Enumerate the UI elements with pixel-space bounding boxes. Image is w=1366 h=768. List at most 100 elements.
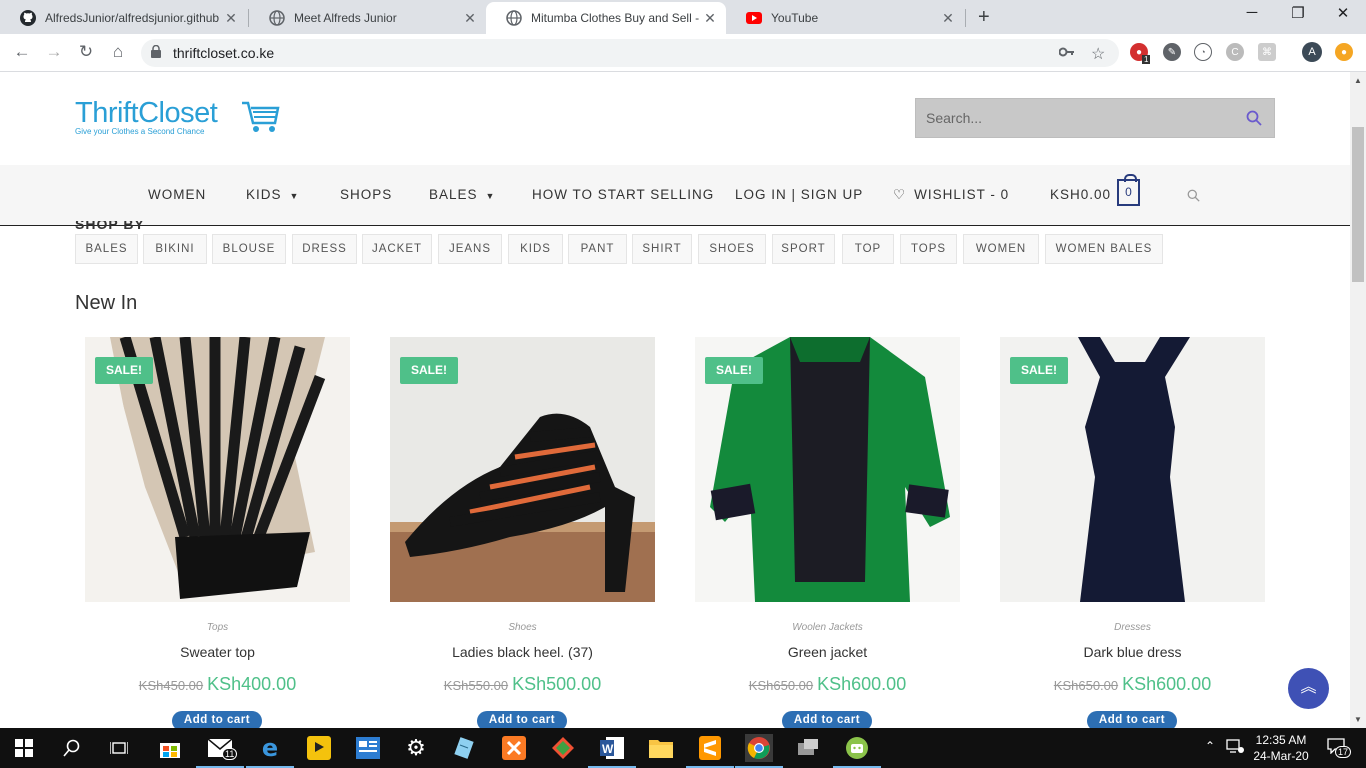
task-view-icon[interactable] xyxy=(105,734,133,762)
tag-shirt[interactable]: SHIRT xyxy=(632,234,692,264)
tag-tops[interactable]: TOPS xyxy=(900,234,957,264)
photos-app-icon[interactable] xyxy=(354,734,382,762)
sale-price: KSh600.00 xyxy=(1122,674,1212,694)
extension-tools-icon[interactable]: ✎ xyxy=(1163,43,1181,61)
forward-arrow-icon[interactable]: → xyxy=(42,42,66,62)
key-icon[interactable] xyxy=(1058,44,1075,61)
chrome-icon[interactable] xyxy=(735,734,783,768)
product-category[interactable]: Dresses xyxy=(1000,622,1265,633)
search-icon[interactable] xyxy=(58,734,86,762)
reload-icon[interactable]: ↻ xyxy=(74,42,98,62)
windows-start-icon[interactable] xyxy=(10,734,38,762)
bookmark-star-icon[interactable]: ☆ xyxy=(1091,44,1105,64)
tag-dress[interactable]: DRESS xyxy=(292,234,357,264)
tag-bales[interactable]: BALES xyxy=(75,234,138,264)
product-name[interactable]: Ladies black heel. (37) xyxy=(390,644,655,660)
nav-label: LOG IN | SIGN UP xyxy=(735,187,864,202)
tag-women[interactable]: WOMEN xyxy=(963,234,1039,264)
tag-jacket[interactable]: JACKET xyxy=(362,234,432,264)
tag-top[interactable]: TOP xyxy=(842,234,894,264)
add-to-cart-button[interactable]: Add to cart xyxy=(782,711,872,728)
tab-youtube[interactable]: YouTube ✕ xyxy=(726,2,964,34)
git-icon[interactable] xyxy=(549,734,577,762)
add-to-cart-button[interactable]: Add to cart xyxy=(1087,711,1177,728)
product-name[interactable]: Sweater top xyxy=(85,644,350,660)
nav-shops[interactable]: SHOPS xyxy=(340,165,392,225)
nav-how-to-start-selling[interactable]: HOW TO START SELLING xyxy=(532,165,714,225)
site-logo[interactable]: ThriftCloset Give your Clothes a Second … xyxy=(75,98,285,138)
tag-kids[interactable]: KIDS xyxy=(508,234,563,264)
scroll-to-top-button[interactable]: ︽ xyxy=(1288,668,1329,709)
address-bar[interactable]: thriftcloset.co.ke ☆ xyxy=(141,39,1119,67)
chevron-up-icon[interactable]: ⌃ xyxy=(1205,739,1215,753)
product-category[interactable]: Woolen Jackets xyxy=(695,622,960,633)
add-to-cart-button[interactable]: Add to cart xyxy=(477,711,567,728)
notifications-icon[interactable]: 17 xyxy=(1327,738,1352,759)
product-name[interactable]: Dark blue dress xyxy=(1000,644,1265,660)
store-icon[interactable] xyxy=(156,734,184,762)
minimize-button[interactable]: ─ xyxy=(1229,4,1275,21)
scrollbar-thumb[interactable] xyxy=(1352,127,1364,282)
close-tab-icon[interactable]: ✕ xyxy=(702,10,718,27)
back-arrow-icon[interactable]: ← xyxy=(10,42,34,62)
settings-gear-icon[interactable]: ⚙ xyxy=(402,734,430,762)
nav-login-signup[interactable]: LOG IN | SIGN UP xyxy=(735,165,863,225)
extension-c-icon[interactable]: C xyxy=(1226,43,1244,61)
tag-sport[interactable]: SPORT xyxy=(772,234,835,264)
cart-icon[interactable]: 0 xyxy=(1117,174,1140,206)
tag-shoes[interactable]: SHOES xyxy=(698,234,766,264)
home-icon[interactable]: ⌂ xyxy=(106,42,130,62)
product-image[interactable]: SALE! xyxy=(85,337,350,602)
nav-bales[interactable]: BALES ▼ xyxy=(429,165,495,225)
close-tab-icon[interactable]: ✕ xyxy=(940,10,956,27)
close-tab-icon[interactable]: ✕ xyxy=(462,10,478,27)
product-image[interactable]: SALE! xyxy=(1000,337,1265,602)
sublime-text-icon[interactable] xyxy=(686,734,734,768)
notepad-icon[interactable] xyxy=(451,734,479,762)
word-icon[interactable]: W xyxy=(588,734,636,768)
product-image[interactable]: SALE! xyxy=(695,337,960,602)
page-scrollbar[interactable]: ▲ ▼ xyxy=(1350,72,1366,728)
close-window-button[interactable]: ✕ xyxy=(1320,4,1366,22)
nav-women[interactable]: WOMEN xyxy=(148,165,206,225)
network-icon[interactable] xyxy=(1226,738,1244,759)
android-studio-icon[interactable] xyxy=(833,734,881,768)
product-category[interactable]: Shoes xyxy=(390,622,655,633)
product-name[interactable]: Green jacket xyxy=(695,644,960,660)
virtual-machine-icon[interactable] xyxy=(794,734,822,762)
taskbar-clock[interactable]: 12:35 AM 24-Mar-20 xyxy=(1246,732,1316,764)
tab-title: YouTube xyxy=(771,11,819,25)
new-tab-button[interactable]: + xyxy=(978,6,990,29)
extension-gauge-icon[interactable]: ◔ xyxy=(1194,43,1212,61)
nav-kids[interactable]: KIDS ▼ xyxy=(246,165,299,225)
xampp-icon[interactable] xyxy=(500,734,528,762)
tag-women-bales[interactable]: WOMEN BALES xyxy=(1045,234,1163,264)
nav-wishlist[interactable]: ♡ WISHLIST - 0 xyxy=(893,165,1009,225)
edge-icon[interactable]: e xyxy=(246,734,294,768)
profile-avatar[interactable]: A xyxy=(1302,42,1322,62)
add-to-cart-button[interactable]: Add to cart xyxy=(172,711,262,728)
search-icon[interactable] xyxy=(1246,110,1262,131)
tag-bikini[interactable]: BIKINI xyxy=(143,234,207,264)
update-icon[interactable]: ● xyxy=(1335,43,1353,61)
tag-jeans[interactable]: JEANS xyxy=(438,234,502,264)
media-player-icon[interactable] xyxy=(305,734,333,762)
file-explorer-icon[interactable] xyxy=(647,734,675,762)
scroll-down-arrow-icon[interactable]: ▼ xyxy=(1354,715,1362,724)
extension-grey-icon[interactable]: ⌘ xyxy=(1258,43,1276,61)
close-tab-icon[interactable]: ✕ xyxy=(223,10,239,27)
tab-github[interactable]: AlfredsJunior/alfredsjunior.github ✕ xyxy=(0,2,247,34)
maximize-button[interactable]: ❐ xyxy=(1275,4,1321,22)
tag-blouse[interactable]: BLOUSE xyxy=(212,234,286,264)
tag-pant[interactable]: PANT xyxy=(568,234,627,264)
nav-cart-total[interactable]: KSH0.00 xyxy=(1050,165,1111,225)
tab-thriftcloset[interactable]: Mitumba Clothes Buy and Sell - T ✕ xyxy=(486,2,726,34)
search-input[interactable] xyxy=(916,99,1236,137)
lock-icon[interactable] xyxy=(151,44,161,63)
nav-search-icon[interactable] xyxy=(1187,165,1200,225)
mail-icon[interactable]: 11 xyxy=(196,734,244,768)
tab-meet-alfreds[interactable]: Meet Alfreds Junior ✕ xyxy=(249,2,486,34)
product-image[interactable]: SALE! xyxy=(390,337,655,602)
scroll-up-arrow-icon[interactable]: ▲ xyxy=(1354,76,1362,85)
product-category[interactable]: Tops xyxy=(85,622,350,633)
